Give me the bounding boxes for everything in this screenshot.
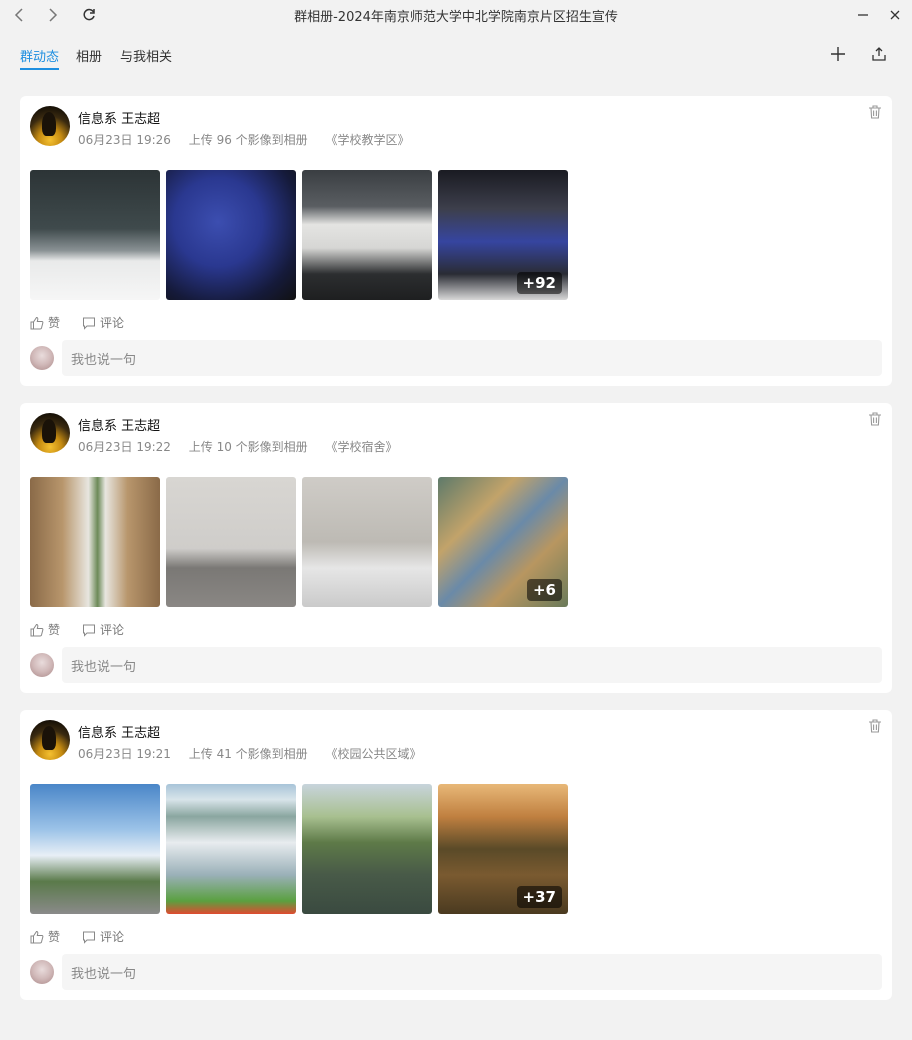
- current-user-avatar: [30, 653, 54, 677]
- author-name[interactable]: 信息系 王志超: [78, 415, 160, 434]
- photo-thumbnail[interactable]: [302, 784, 432, 914]
- photo-thumbnail[interactable]: [30, 170, 160, 300]
- tab-group-feed[interactable]: 群动态: [20, 46, 60, 70]
- comment-button[interactable]: 评论: [82, 314, 124, 331]
- album-link[interactable]: 《学校宿舍》: [326, 440, 398, 454]
- photo-thumbnail[interactable]: +37: [438, 784, 568, 914]
- upload-text: 上传 10 个影像到相册: [188, 440, 308, 454]
- post-card: 信息系 王志超 06月23日 19:22 上传 10 个影像到相册 《学校宿舍》…: [20, 403, 892, 693]
- add-button[interactable]: [827, 43, 849, 65]
- thumbs-up-icon: [30, 623, 44, 636]
- tab-related-to-me[interactable]: 与我相关: [120, 46, 172, 68]
- comment-label: 评论: [100, 316, 125, 330]
- post-meta: 06月23日 19:22 上传 10 个影像到相册 《学校宿舍》: [78, 438, 412, 455]
- thumbs-up-icon: [30, 930, 44, 943]
- comment-input[interactable]: 我也说一句: [62, 647, 882, 683]
- avatar[interactable]: [30, 413, 70, 453]
- delete-button[interactable]: [868, 718, 882, 733]
- delete-button[interactable]: [868, 411, 882, 426]
- current-user-avatar: [30, 960, 54, 984]
- like-label: 赞: [48, 623, 61, 637]
- like-button[interactable]: 赞: [30, 928, 60, 945]
- post-date: 06月23日 19:21: [78, 747, 171, 761]
- album-link[interactable]: 《学校教学区》: [326, 133, 410, 147]
- comment-label: 评论: [100, 930, 125, 944]
- comment-input[interactable]: 我也说一句: [62, 954, 882, 990]
- comment-icon: [83, 317, 95, 330]
- close-icon: [890, 10, 900, 20]
- post-date: 06月23日 19:22: [78, 440, 171, 454]
- comment-button[interactable]: 评论: [82, 621, 124, 638]
- comment-label: 评论: [100, 623, 125, 637]
- more-photos-badge: +6: [526, 579, 562, 601]
- minimize-icon: [858, 14, 868, 16]
- photo-thumbnail[interactable]: [302, 477, 432, 607]
- title-bar: 群相册-2024年南京师范大学中北学院南京片区招生宣传: [0, 0, 912, 30]
- post-date: 06月23日 19:26: [78, 133, 171, 147]
- close-button[interactable]: [884, 5, 906, 25]
- minimize-button[interactable]: [852, 5, 874, 25]
- current-user-avatar: [30, 346, 54, 370]
- trash-icon: [869, 412, 881, 426]
- post-card: 信息系 王志超 06月23日 19:26 上传 96 个影像到相册 《学校教学区…: [20, 96, 892, 386]
- avatar[interactable]: [30, 106, 70, 146]
- photo-thumbnail[interactable]: [166, 170, 296, 300]
- post-meta: 06月23日 19:21 上传 41 个影像到相册 《校园公共区域》: [78, 745, 436, 762]
- album-link[interactable]: 《校园公共区域》: [326, 747, 422, 761]
- window-title: 群相册-2024年南京师范大学中北学院南京片区招生宣传: [294, 10, 618, 25]
- photo-thumbnail[interactable]: [166, 784, 296, 914]
- like-button[interactable]: 赞: [30, 621, 60, 638]
- photo-thumbnail[interactable]: +6: [438, 477, 568, 607]
- upload-icon: [872, 47, 886, 61]
- photo-thumbnail[interactable]: [30, 477, 160, 607]
- photo-thumbnail[interactable]: +92: [438, 170, 568, 300]
- tab-albums[interactable]: 相册: [76, 46, 102, 68]
- comment-button[interactable]: 评论: [82, 928, 124, 945]
- upload-text: 上传 41 个影像到相册: [188, 747, 308, 761]
- comment-icon: [83, 624, 95, 637]
- photo-thumbnail[interactable]: [302, 170, 432, 300]
- author-name[interactable]: 信息系 王志超: [78, 722, 160, 741]
- photo-thumbnail[interactable]: [166, 477, 296, 607]
- author-name[interactable]: 信息系 王志超: [78, 108, 160, 127]
- trash-icon: [869, 105, 881, 119]
- trash-icon: [869, 719, 881, 733]
- more-photos-badge: +37: [516, 886, 562, 908]
- like-label: 赞: [48, 316, 61, 330]
- avatar[interactable]: [30, 720, 70, 760]
- plus-icon: [831, 47, 845, 61]
- photo-thumbnail[interactable]: [30, 784, 160, 914]
- upload-text: 上传 96 个影像到相册: [188, 133, 308, 147]
- post-card: 信息系 王志超 06月23日 19:21 上传 41 个影像到相册 《校园公共区…: [20, 710, 892, 1000]
- more-photos-badge: +92: [516, 272, 562, 294]
- comment-input[interactable]: 我也说一句: [62, 340, 882, 376]
- upload-button[interactable]: [868, 43, 890, 65]
- thumbs-up-icon: [30, 316, 44, 329]
- like-label: 赞: [48, 930, 61, 944]
- comment-icon: [83, 931, 95, 944]
- post-meta: 06月23日 19:26 上传 96 个影像到相册 《学校教学区》: [78, 131, 424, 148]
- like-button[interactable]: 赞: [30, 314, 60, 331]
- delete-button[interactable]: [868, 104, 882, 119]
